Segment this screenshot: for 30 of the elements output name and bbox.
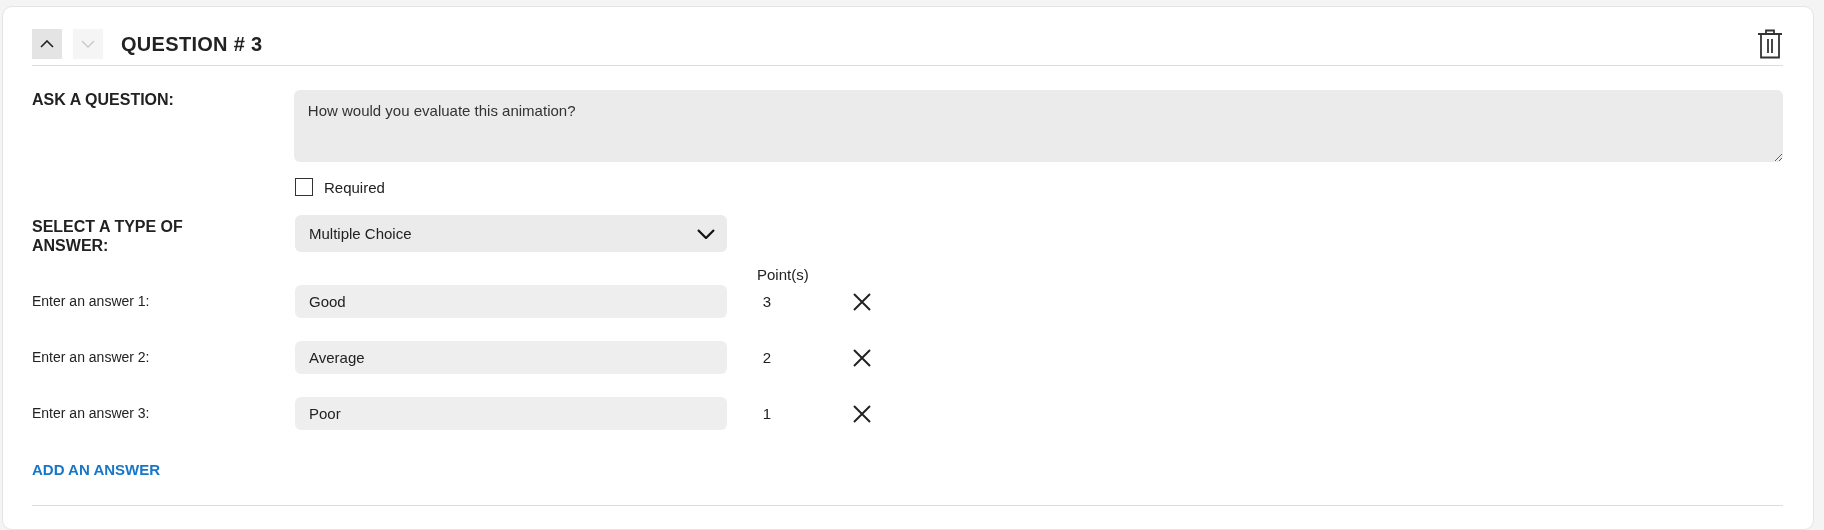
answer-points: 1	[761, 405, 773, 422]
ask-question-label: ASK A QUESTION:	[32, 90, 175, 109]
answer-label: Enter an answer 1:	[32, 292, 151, 311]
question-field[interactable]: How would you evaluate this animation?	[293, 90, 1783, 162]
close-icon	[852, 347, 872, 368]
delete-button[interactable]	[1757, 29, 1783, 59]
answer-field[interactable]: Good	[295, 285, 727, 318]
required-checkbox[interactable]	[295, 178, 313, 196]
answer-type-select[interactable]: Multiple Choice	[295, 215, 727, 252]
move-up-button[interactable]	[32, 29, 62, 59]
trash-icon	[1757, 29, 1783, 59]
answer-points: 3	[761, 293, 773, 310]
add-answer-link[interactable]: ADD AN ANSWER	[32, 461, 161, 478]
required-label: Required	[324, 178, 385, 196]
answer-points: 2	[761, 349, 773, 366]
answer-field[interactable]: Average	[295, 341, 727, 374]
close-icon	[852, 291, 872, 312]
chevron-down-icon	[81, 40, 95, 48]
answer-label: Enter an answer 3:	[32, 404, 151, 423]
close-icon	[852, 403, 872, 424]
remove-answer-button[interactable]	[852, 291, 872, 312]
answer-type-label: SELECT A TYPE OF ANSWER:	[32, 217, 184, 255]
remove-answer-button[interactable]	[852, 347, 872, 368]
chevron-up-icon	[40, 40, 54, 48]
question-title: QUESTION # 3	[121, 32, 264, 56]
answer-label: Enter an answer 2:	[32, 348, 151, 367]
points-header: Point(s)	[757, 266, 810, 283]
remove-answer-button[interactable]	[852, 403, 872, 424]
chevron-down-icon	[697, 228, 715, 239]
answer-field[interactable]: Poor	[295, 397, 727, 430]
